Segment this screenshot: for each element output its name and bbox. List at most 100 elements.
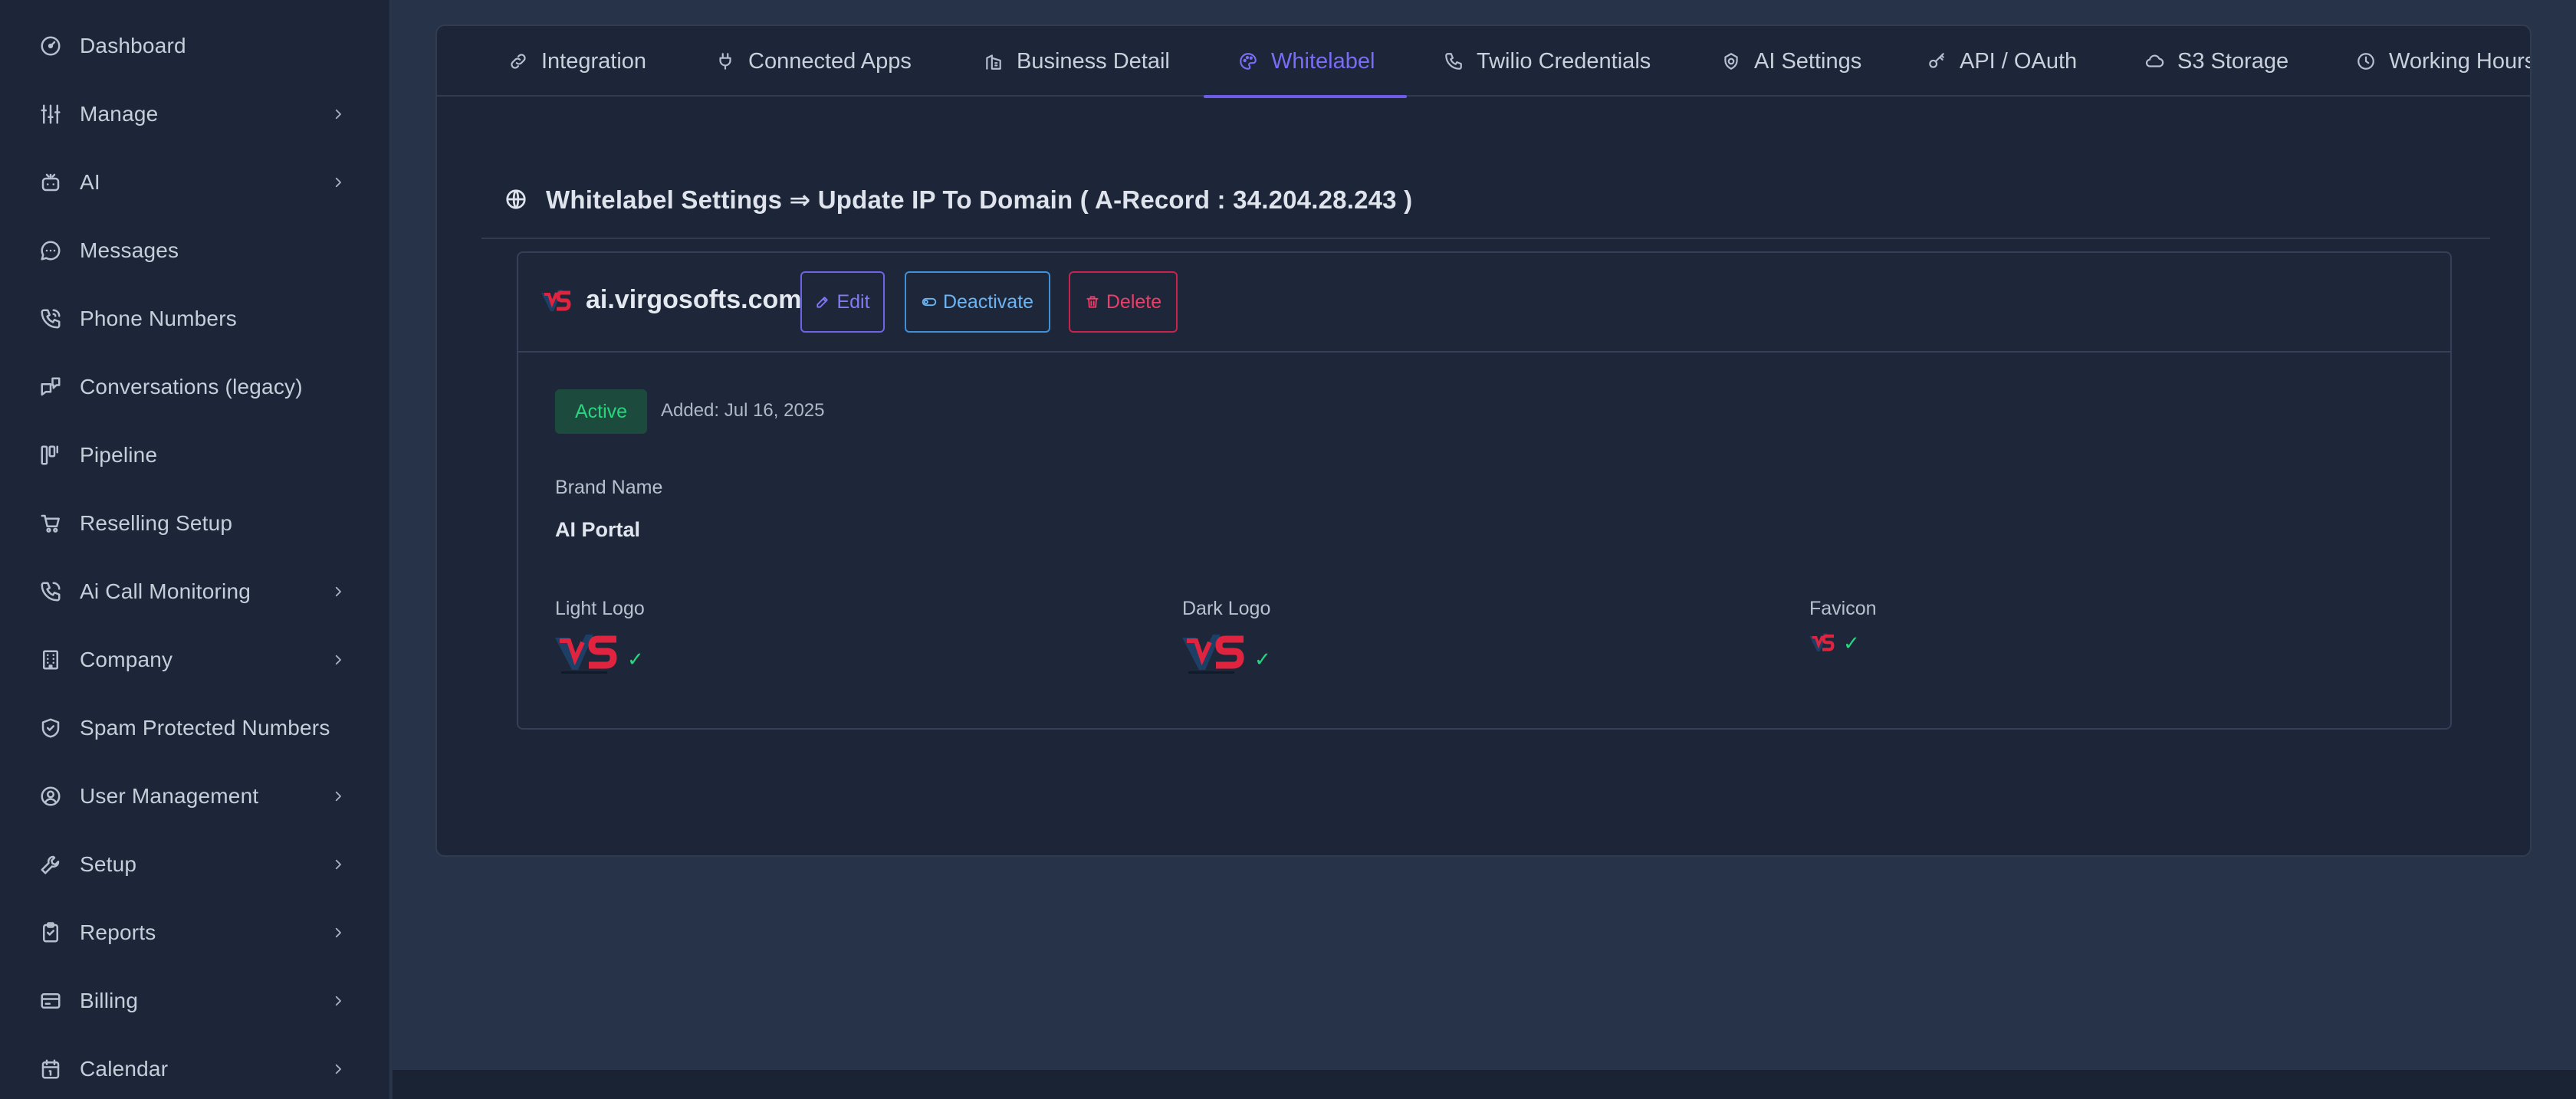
dashboard-icon [37, 32, 64, 60]
tab-working-hours[interactable]: Working Hours [2354, 26, 2532, 97]
favicon-preview: ✓ [1809, 632, 1860, 655]
tab-twilio-credentials[interactable]: Twilio Credentials [1441, 26, 1651, 97]
trash-icon [1086, 296, 1099, 308]
chevron-right-icon [330, 651, 347, 668]
sidebar: Dashboard Manage AI Messages Phone Numbe… [0, 0, 391, 1099]
tab-label: Integration [541, 48, 647, 74]
chevron-right-icon [330, 174, 347, 191]
sidebar-item-pipeline[interactable]: Pipeline [0, 427, 389, 484]
sidebar-item-company[interactable]: Company [0, 632, 389, 688]
chevron-right-icon [330, 856, 347, 873]
sidebar-item-dashboard[interactable]: Dashboard [0, 18, 389, 74]
delete-button-label: Delete [1106, 290, 1162, 313]
pencil-icon [816, 297, 829, 308]
sidebar-item-calendar[interactable]: Calendar [0, 1041, 389, 1097]
sidebar-item-setup[interactable]: Setup [0, 836, 389, 893]
tab-api-oauth[interactable]: API / OAuth [1924, 26, 2077, 97]
chevron-right-icon [330, 788, 347, 805]
sidebar-item-ai[interactable]: AI [0, 154, 389, 211]
divider [481, 238, 2490, 239]
dark-logo-label: Dark Logo [1182, 598, 1271, 619]
added-date: Added: Jul 16, 2025 [661, 400, 825, 421]
tab-integration[interactable]: Integration [506, 26, 646, 97]
link-icon [506, 49, 531, 74]
domain-panel: ai.virgosofts.com Edit Deactivate Delete… [517, 251, 2452, 730]
domain-name: ai.virgosofts.com [586, 285, 802, 314]
tab-whitelabel[interactable]: Whitelabel [1203, 26, 1408, 98]
conversations-icon [37, 373, 64, 401]
pipeline-icon [37, 441, 64, 469]
sidebar-item-label: Spam Protected Numbers [80, 716, 330, 740]
bot-icon [37, 169, 64, 196]
building-icon [37, 646, 64, 674]
tab-label: AI Settings [1754, 48, 1862, 74]
sidebar-item-label: Messages [80, 238, 179, 262]
virgosofts-logo-icon [555, 635, 617, 674]
calendar-icon [37, 1055, 64, 1083]
settings-icon [1719, 49, 1743, 74]
tab-label: Connected Apps [748, 48, 912, 74]
chevron-right-icon [330, 1061, 347, 1078]
sidebar-item-ai-call-monitoring[interactable]: Ai Call Monitoring [0, 563, 389, 620]
tab-label: Twilio Credentials [1477, 48, 1651, 74]
chevron-right-icon [330, 106, 347, 123]
cart-icon [37, 510, 64, 537]
sidebar-item-label: Ai Call Monitoring [80, 579, 251, 603]
delete-button[interactable]: Delete [1069, 271, 1178, 333]
key-icon [1924, 49, 1949, 74]
phone-icon [37, 305, 64, 333]
sidebar-item-label: Phone Numbers [80, 307, 237, 330]
sidebar-item-label: Calendar [80, 1057, 169, 1081]
sidebar-item-manage[interactable]: Manage [0, 86, 389, 143]
building-icon [981, 49, 1006, 74]
tab-label: Working Hours [2389, 48, 2532, 74]
sidebar-item-reports[interactable]: Reports [0, 904, 389, 961]
tab-label: S3 Storage [2177, 48, 2289, 74]
page-title: Whitelabel Settings ⇒ Update IP To Domai… [546, 185, 1413, 214]
sidebar-item-label: Company [80, 648, 173, 671]
sidebar-item-label: User Management [80, 784, 259, 808]
shield-icon [37, 714, 64, 742]
user-circle-icon [37, 782, 64, 810]
sidebar-item-reselling-setup[interactable]: Reselling Setup [0, 495, 389, 552]
virgosofts-favicon-icon [1809, 633, 1835, 651]
settings-tabs: Integration Connected Apps Business Deta… [437, 26, 2532, 98]
phone-call-icon [37, 578, 64, 605]
check-icon: ✓ [1254, 648, 1271, 671]
check-icon: ✓ [1843, 632, 1860, 654]
tab-label: Business Detail [1017, 48, 1170, 74]
sidebar-item-label: AI [80, 170, 100, 194]
sidebar-item-user-management[interactable]: User Management [0, 768, 389, 825]
sidebar-item-phone-numbers[interactable]: Phone Numbers [0, 290, 389, 347]
tab-s3-storage[interactable]: S3 Storage [2142, 26, 2288, 97]
light-logo-label: Light Logo [555, 598, 645, 619]
sidebar-item-conversations[interactable]: Conversations (legacy) [0, 359, 389, 415]
tab-ai-settings[interactable]: AI Settings [1719, 26, 1861, 97]
credit-card-icon [37, 987, 64, 1015]
tab-business-detail[interactable]: Business Detail [981, 26, 1170, 97]
chevron-right-icon [330, 583, 347, 600]
favicon-label: Favicon [1809, 598, 1877, 619]
deactivate-button[interactable]: Deactivate [905, 271, 1050, 333]
sidebar-item-spam-protected-numbers[interactable]: Spam Protected Numbers [0, 700, 389, 756]
chevron-right-icon [330, 992, 347, 1009]
virgosofts-logo-icon [541, 290, 571, 311]
sliders-icon [37, 100, 64, 128]
clipboard-icon [37, 919, 64, 946]
sidebar-item-messages[interactable]: Messages [0, 222, 389, 279]
cloud-icon [2142, 49, 2167, 74]
sidebar-item-label: Reselling Setup [80, 511, 233, 535]
tab-connected-apps[interactable]: Connected Apps [713, 26, 912, 97]
check-icon: ✓ [627, 648, 644, 671]
brand-name-label: Brand Name [555, 477, 663, 498]
wrench-icon [37, 851, 64, 878]
dark-logo-preview: ✓ [1182, 632, 1271, 676]
deactivate-button-label: Deactivate [942, 290, 1034, 313]
edit-button-label: Edit [836, 290, 870, 313]
brand-name-value: AI Portal [555, 518, 641, 541]
edit-button[interactable]: Edit [800, 271, 885, 333]
sidebar-item-label: Setup [80, 852, 137, 876]
settings-card: Integration Connected Apps Business Deta… [435, 25, 2532, 857]
footer-strip [393, 1070, 2576, 1099]
sidebar-item-billing[interactable]: Billing [0, 973, 389, 1029]
